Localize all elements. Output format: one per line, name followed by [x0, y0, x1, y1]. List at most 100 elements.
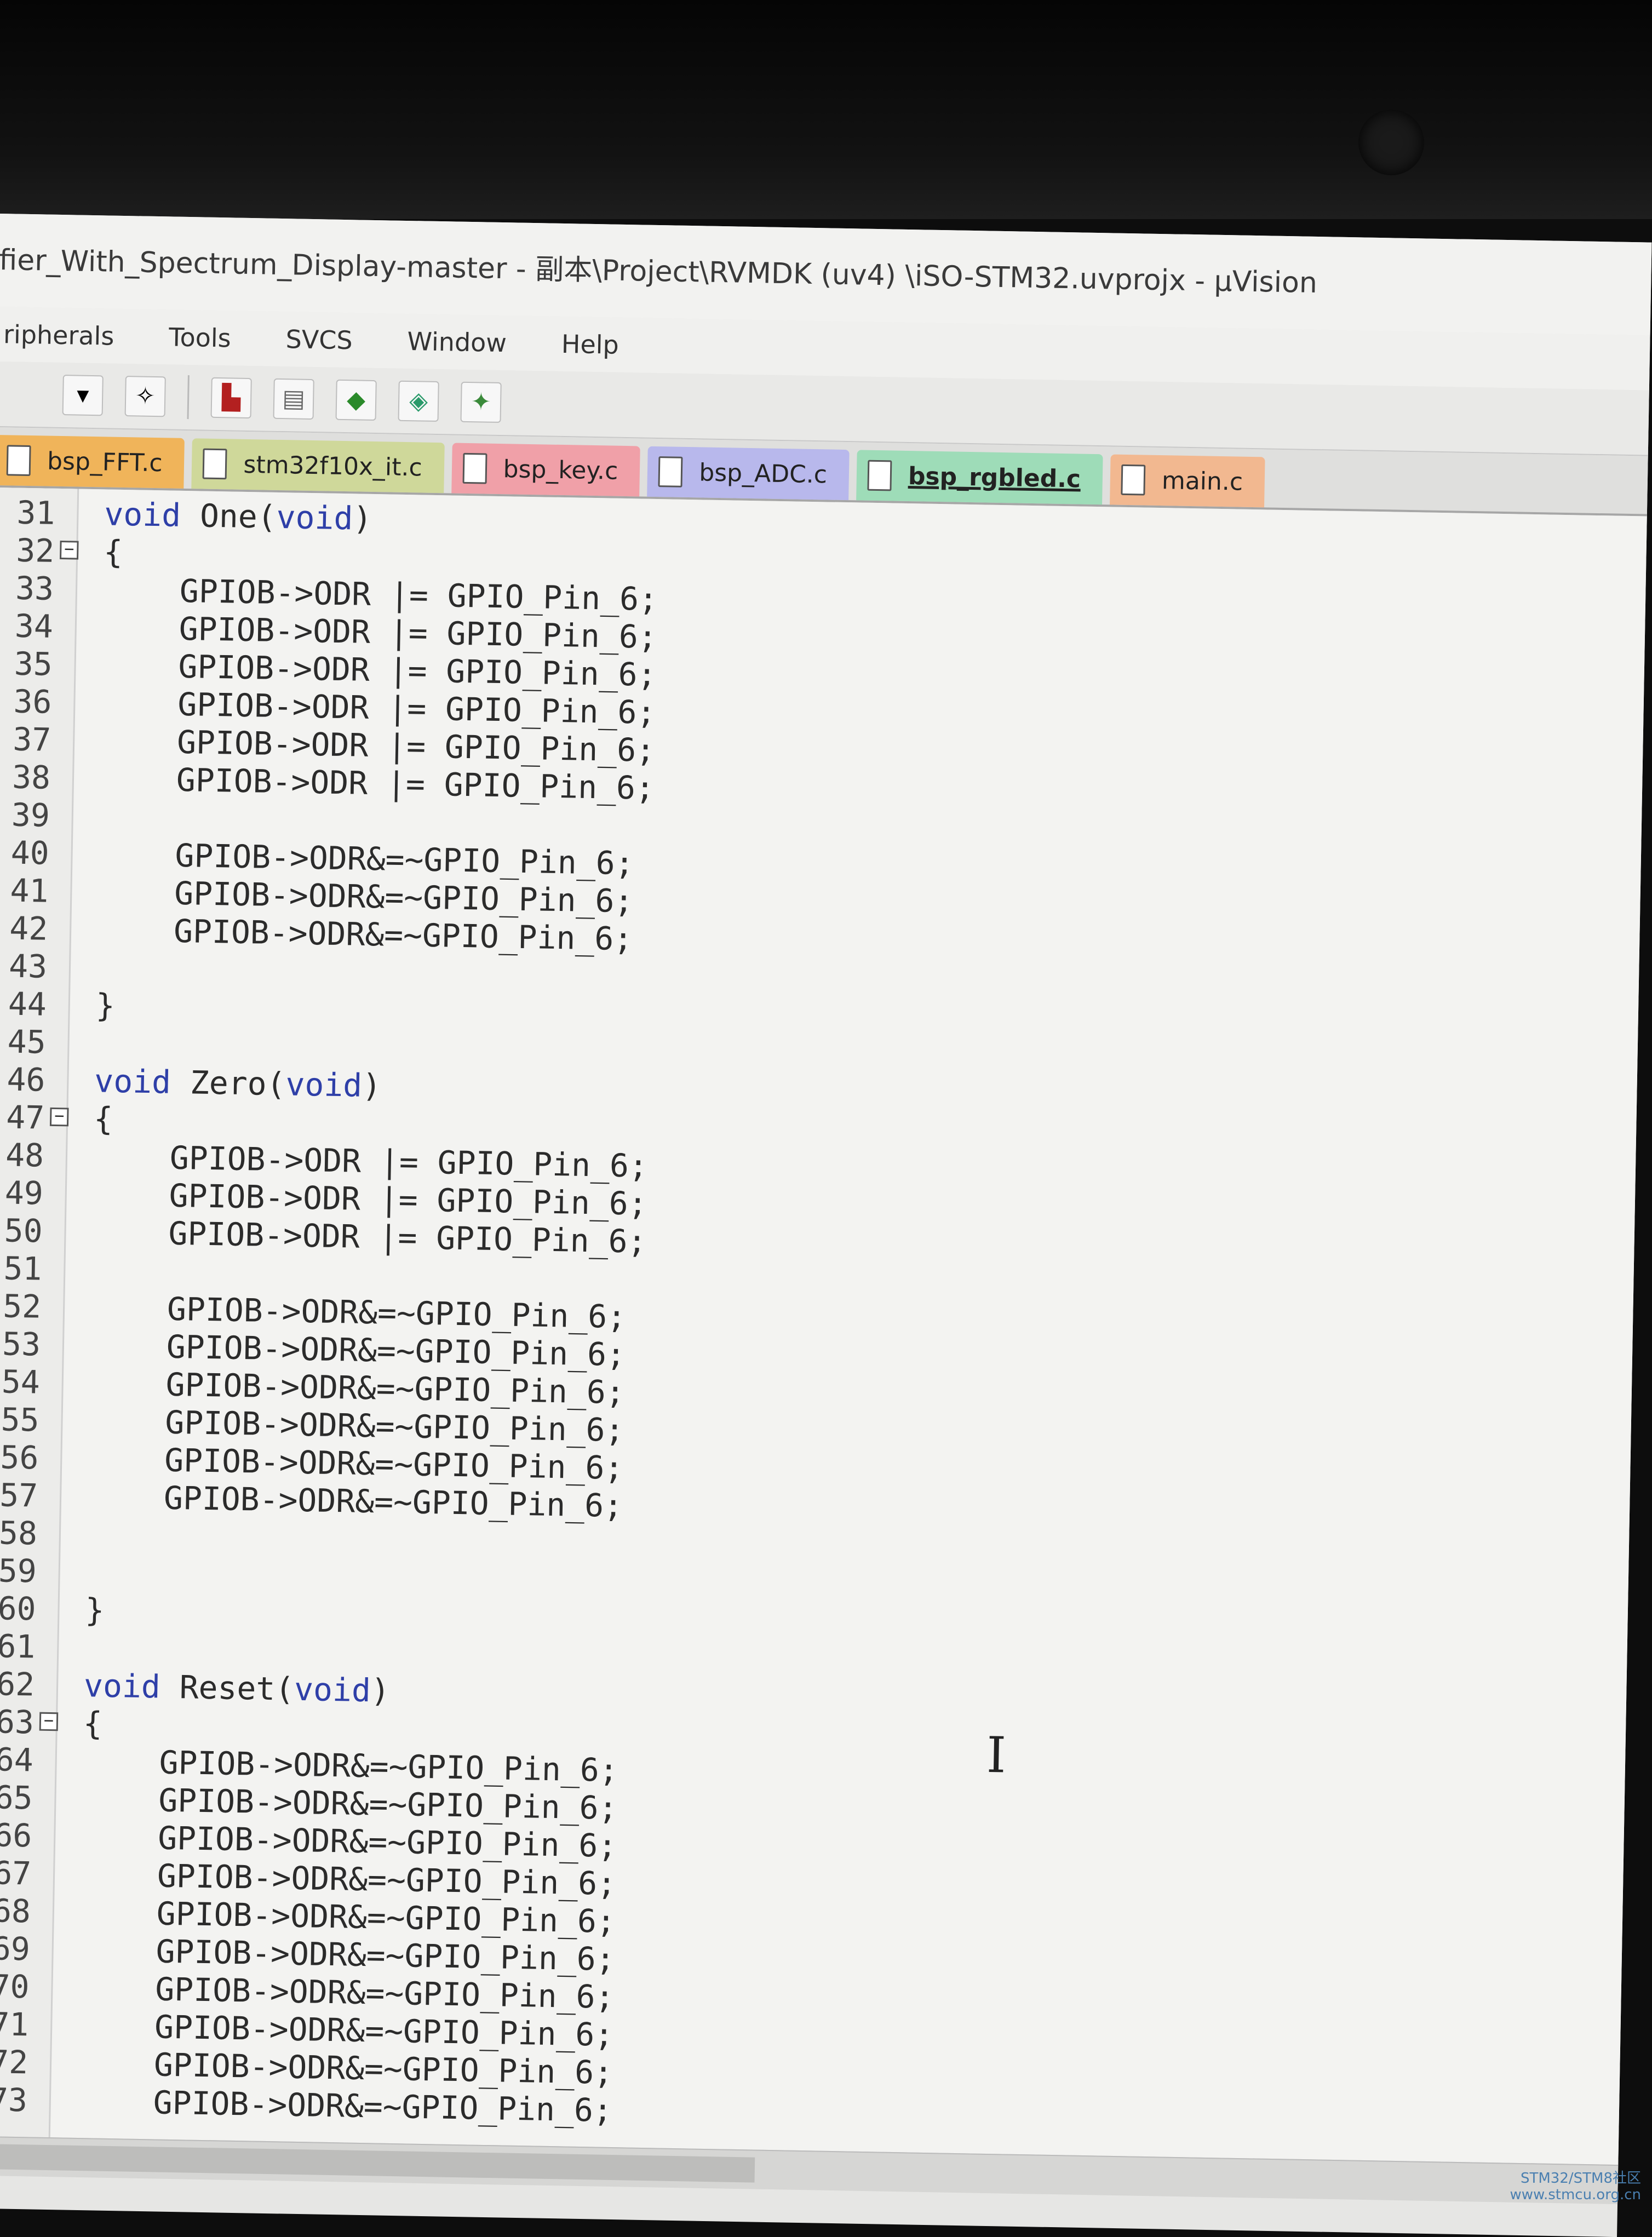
line-number: 62 — [0, 1665, 35, 1703]
tab-label: bsp_ADC.c — [698, 458, 828, 489]
line-number: 58 — [0, 1514, 38, 1552]
line-number: 65 — [0, 1779, 33, 1817]
line-number: 47 — [5, 1098, 45, 1137]
line-number: 69 — [0, 1930, 31, 1968]
file-icon — [6, 445, 31, 477]
site-watermark: STM32/STM8社区 www.stmcu.org.cn — [1510, 2170, 1641, 2203]
line-number: 73 — [0, 2081, 28, 2119]
line-number: 51 — [3, 1249, 42, 1288]
tab-main-c[interactable]: main.c — [1110, 454, 1265, 508]
line-number: 57 — [0, 1476, 38, 1515]
line-number: 67 — [0, 1854, 32, 1892]
line-number: 52 — [2, 1287, 42, 1326]
line-number: 50 — [4, 1212, 43, 1250]
tab-label: bsp_FFT.c — [47, 447, 163, 477]
build-icon[interactable]: ▙ — [210, 377, 252, 419]
tab-label: main.c — [1161, 466, 1243, 496]
line-number: 60 — [0, 1590, 37, 1628]
line-number: 72 — [0, 2043, 28, 2081]
file-icon — [203, 448, 228, 480]
line-number: 71 — [0, 2005, 29, 2044]
toolbar-separator — [187, 375, 190, 420]
tab-bsp-fft-c[interactable]: bsp_FFT.c — [0, 434, 185, 489]
code-token: ) — [370, 1672, 391, 1710]
batch-build-icon[interactable]: ▤ — [273, 378, 314, 420]
menu-help[interactable]: Help — [555, 329, 624, 360]
line-number: 35 — [14, 645, 53, 683]
fold-collapse-icon[interactable]: − — [49, 1106, 69, 1127]
code-text: GPIOB->ODR&=~GPIO_Pin_6; — [153, 2084, 613, 2130]
keyword-token: void — [94, 1062, 171, 1101]
line-number: 39 — [11, 796, 50, 834]
menu-window[interactable]: Window — [401, 326, 512, 358]
line-number: 70 — [0, 1968, 30, 2006]
keyword-token: void — [285, 1065, 363, 1104]
line-number: 45 — [7, 1023, 47, 1061]
line-number: 37 — [12, 720, 51, 759]
file-icon — [658, 456, 683, 487]
watermark-text: STM32/STM8社区 www.stmcu.org.cn — [1510, 2170, 1641, 2203]
tab-label: bsp_rgbled.c — [908, 462, 1081, 494]
power-button-icon — [1358, 110, 1424, 175]
code-token: Zero( — [170, 1063, 286, 1103]
code-text: void Zero(void) — [94, 1062, 382, 1105]
line-number: 46 — [6, 1060, 46, 1099]
line-number: 43 — [8, 947, 48, 985]
line-number: 40 — [10, 834, 50, 872]
tab-stm32f10x-it-c[interactable]: stm32f10x_it.c — [191, 438, 445, 494]
code-text: } — [95, 986, 116, 1024]
keyword-token: void — [276, 498, 353, 537]
code-text: void One(void) — [104, 495, 372, 538]
monitor-bezel — [0, 0, 1652, 219]
file-icon — [867, 460, 892, 491]
options-icon[interactable]: ✦ — [460, 381, 502, 423]
line-number: 64 — [0, 1741, 34, 1779]
tab-label: stm32f10x_it.c — [243, 450, 423, 482]
debug-diamond-icon[interactable]: ◆ — [335, 379, 377, 421]
line-number: 41 — [10, 871, 49, 910]
line-number: 54 — [1, 1363, 41, 1401]
tab-bsp-key-c[interactable]: bsp_key.c — [451, 443, 641, 497]
code-text: { — [93, 1100, 113, 1138]
line-number: 63 — [0, 1703, 35, 1741]
code-token: ) — [352, 500, 372, 537]
keyword-token: void — [83, 1667, 161, 1706]
line-number: 48 — [5, 1136, 44, 1174]
line-number: 36 — [13, 682, 53, 721]
uvision-window: fier_With_Spectrum_Display-master - 副本\P… — [0, 214, 1652, 2237]
code-text: void Reset(void) — [84, 1666, 391, 1710]
menu-peripherals[interactable]: ripherals — [0, 319, 120, 351]
tab-bsp-adc-c[interactable]: bsp_ADC.c — [647, 446, 850, 501]
code-token: ) — [362, 1066, 382, 1105]
code-editor[interactable]: I 31 void One(void) 32−{33 GPIOB->ODR |= GP… — [0, 487, 1647, 2165]
line-number: 66 — [0, 1816, 32, 1855]
code-text: } — [84, 1591, 105, 1629]
fold-collapse-icon[interactable]: − — [60, 540, 79, 560]
line-number: 56 — [0, 1438, 39, 1477]
tab-label: bsp_key.c — [503, 455, 618, 485]
code-token: Reset( — [160, 1668, 295, 1708]
line-number: 32 — [15, 531, 55, 570]
line-number: 38 — [12, 758, 51, 796]
line-number: 31 — [16, 494, 56, 532]
line-number: 49 — [4, 1174, 44, 1212]
line-number: 55 — [1, 1401, 40, 1439]
file-icon — [462, 452, 487, 484]
keyword-token: void — [294, 1670, 371, 1710]
fold-collapse-icon[interactable]: − — [39, 1711, 59, 1731]
line-number: 61 — [0, 1627, 36, 1666]
magic-wand-icon[interactable]: ✧ — [124, 376, 166, 417]
menu-svcs[interactable]: SVCS — [280, 324, 358, 355]
line-number: 33 — [15, 569, 54, 607]
menu-tools[interactable]: Tools — [163, 322, 237, 353]
scrollbar-thumb[interactable] — [0, 2144, 755, 2183]
code-text: { — [83, 1705, 103, 1742]
file-icon — [1121, 464, 1146, 496]
line-number: 34 — [14, 607, 54, 645]
tab-bsp-rgbled-c[interactable]: bsp_rgbled.c — [856, 450, 1103, 505]
code-text: { — [103, 533, 123, 571]
keyword-token: void — [104, 495, 181, 534]
line-number: 44 — [8, 985, 47, 1023]
start-debug-icon[interactable]: ◈ — [398, 380, 439, 422]
dropdown-icon[interactable]: ▾ — [62, 375, 104, 416]
